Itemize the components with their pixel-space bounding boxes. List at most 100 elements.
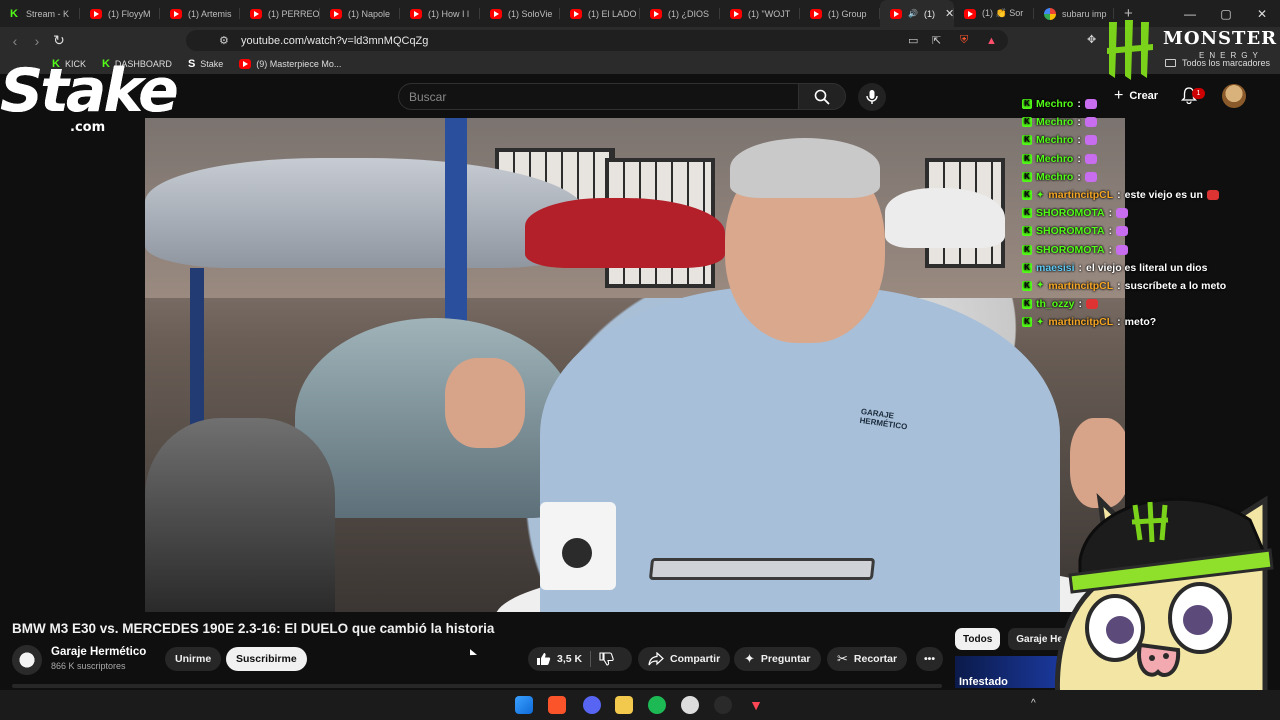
- join-button[interactable]: Unirme: [165, 647, 222, 671]
- spotify-icon[interactable]: [648, 696, 666, 714]
- brave-rewards-icon[interactable]: ▲: [986, 35, 997, 47]
- bookmark-stake[interactable]: S Stake: [188, 58, 223, 70]
- share-label: Compartir: [670, 653, 721, 665]
- chat-message: K SHOROMOTA :: [1022, 204, 1272, 222]
- bookmark-masterpiece[interactable]: (9) Masterpiece Mo...: [239, 59, 341, 69]
- tab-label: (1) El LADO: [588, 8, 637, 19]
- chat-separator: :: [1108, 207, 1113, 220]
- presenter-hair: [730, 138, 880, 198]
- browser-tab[interactable]: subaru imp: [1034, 0, 1114, 27]
- youtube-icon: [890, 8, 902, 19]
- tab-label: (1) How I l: [428, 8, 470, 19]
- chat-username: Mechro: [1036, 134, 1074, 147]
- youtube-icon: [730, 8, 742, 19]
- share-icon[interactable]: ⇱: [932, 34, 941, 47]
- video-player[interactable]: GARAJE HERMÉTICO: [145, 118, 1125, 612]
- presenter-hand: [445, 358, 525, 448]
- search-input[interactable]: Buscar: [398, 83, 798, 110]
- windows-start-icon[interactable]: [515, 696, 533, 714]
- chat-emote-icon: [1116, 226, 1129, 237]
- chat-username: SHOROMOTA: [1036, 225, 1105, 238]
- browser-tab[interactable]: (1) Artemis: [160, 0, 240, 27]
- like-divider: [590, 651, 592, 667]
- browser-tab[interactable]: (1) "WOJT: [720, 0, 800, 27]
- file-explorer-icon[interactable]: [615, 696, 633, 714]
- brave-shield-icon[interactable]: ⛨: [960, 34, 968, 47]
- kick-badge-icon: K: [1022, 153, 1032, 164]
- tab-label: (1) SoloVie: [508, 8, 553, 19]
- browser-tab[interactable]: (1) Group: [800, 0, 880, 27]
- valorant-icon[interactable]: ▼: [747, 696, 765, 714]
- system-tray-chevron-icon[interactable]: ^: [1031, 698, 1036, 709]
- app-icon[interactable]: [714, 696, 732, 714]
- browser-tab[interactable]: 🔊 (1) ✕: [880, 0, 954, 27]
- channel-avatar[interactable]: [12, 645, 42, 675]
- chat-separator: :: [1117, 316, 1121, 329]
- browser-tab[interactable]: (1) Napole: [320, 0, 400, 27]
- site-info-icon[interactable]: ⚙: [219, 34, 229, 47]
- browser-tab[interactable]: (1) How I l: [400, 0, 480, 27]
- stake-icon: S: [187, 58, 196, 70]
- forward-icon[interactable]: ›: [26, 33, 48, 49]
- browser-tab[interactable]: (1) PERREO: [240, 0, 320, 27]
- chat-message: K Mechro :: [1022, 168, 1272, 186]
- more-actions-button[interactable]: •••: [916, 647, 943, 671]
- chat-message: K Mechro :: [1022, 150, 1272, 168]
- browser-tab[interactable]: Stream - K: [0, 0, 80, 27]
- browser-tab[interactable]: (1) SoloVie: [480, 0, 560, 27]
- chat-separator: :: [1117, 279, 1121, 292]
- address-bar[interactable]: ⚙ youtube.com/watch?v=ld3mnMQCqZg ▭ ⇱ ⛨ …: [186, 30, 1008, 51]
- search-button[interactable]: [798, 83, 846, 110]
- thumbnail-text: Infestado: [959, 676, 1008, 688]
- extensions-icon[interactable]: ✥: [1087, 33, 1096, 46]
- youtube-icon: [570, 8, 582, 19]
- voice-search-button[interactable]: [858, 83, 886, 111]
- chat-username: Mechro: [1036, 116, 1074, 129]
- subscribe-button[interactable]: Suscribirme: [226, 647, 307, 671]
- audio-playing-icon[interactable]: 🔊: [908, 9, 918, 18]
- tab-label: (1) "WOJT: [748, 8, 791, 19]
- kick-badge-icon: K: [1022, 135, 1032, 146]
- chat-username: Mechro: [1036, 98, 1074, 111]
- cast-icon[interactable]: ▭: [908, 34, 918, 47]
- browser-tab-strip: Stream - K (1) FloyyM (1) Artemis (1) PERRE…: [0, 0, 1280, 27]
- chip-todos[interactable]: Todos: [955, 628, 1001, 650]
- share-button[interactable]: Compartir: [638, 647, 731, 671]
- chat-message: K Mechro :: [1022, 113, 1272, 131]
- chat-username: maesisi: [1036, 261, 1075, 274]
- chat-separator: :: [1078, 298, 1083, 311]
- kick-badge-icon: K: [1022, 99, 1032, 110]
- chat-emote-icon: [1116, 208, 1129, 219]
- discord-icon[interactable]: [583, 696, 601, 714]
- thumbs-up-icon: [537, 653, 551, 665]
- like-button[interactable]: 3,5 K: [536, 652, 582, 666]
- channel-name[interactable]: Garaje Hermético: [51, 646, 146, 658]
- browser-tab[interactable]: (1) FloyyM: [80, 0, 160, 27]
- browser-tab[interactable]: (1) El LADO: [560, 0, 640, 27]
- tab-label: (1) Group: [828, 8, 867, 19]
- steam-icon[interactable]: [681, 696, 699, 714]
- chat-username: SHOROMOTA: [1036, 243, 1105, 256]
- back-icon[interactable]: ‹: [4, 33, 26, 49]
- thumbs-down-icon[interactable]: [599, 652, 614, 666]
- reload-icon[interactable]: ↻: [48, 32, 70, 49]
- close-tab-icon[interactable]: ✕: [945, 7, 954, 20]
- clip-label: Recortar: [853, 653, 898, 665]
- clip-button[interactable]: ✂ Recortar: [827, 647, 908, 671]
- subscriber-badge-icon: ✦: [1036, 280, 1045, 292]
- chat-separator: :: [1108, 243, 1113, 256]
- chat-emote-icon: [1086, 299, 1099, 310]
- chat-message: K Mechro :: [1022, 95, 1272, 113]
- mug-logo: [562, 538, 592, 568]
- chat-message: Kmaesisi : el viejo es literal un dios: [1022, 259, 1272, 277]
- tab-label: (1) FloyyM: [108, 8, 151, 19]
- browser-tab[interactable]: (1) 👏 Sor: [954, 0, 1034, 27]
- ask-button[interactable]: ✦ Preguntar: [734, 647, 821, 671]
- brave-icon[interactable]: [548, 696, 566, 714]
- kick-badge-icon: K: [1022, 117, 1032, 128]
- tab-label: (1) ¿DIOS: [668, 8, 710, 19]
- browser-tab[interactable]: (1) ¿DIOS: [640, 0, 720, 27]
- like-count: 3,5 K: [557, 653, 583, 665]
- url-text[interactable]: youtube.com/watch?v=ld3mnMQCqZg: [241, 35, 428, 47]
- tab-label: (1) Artemis: [188, 8, 232, 19]
